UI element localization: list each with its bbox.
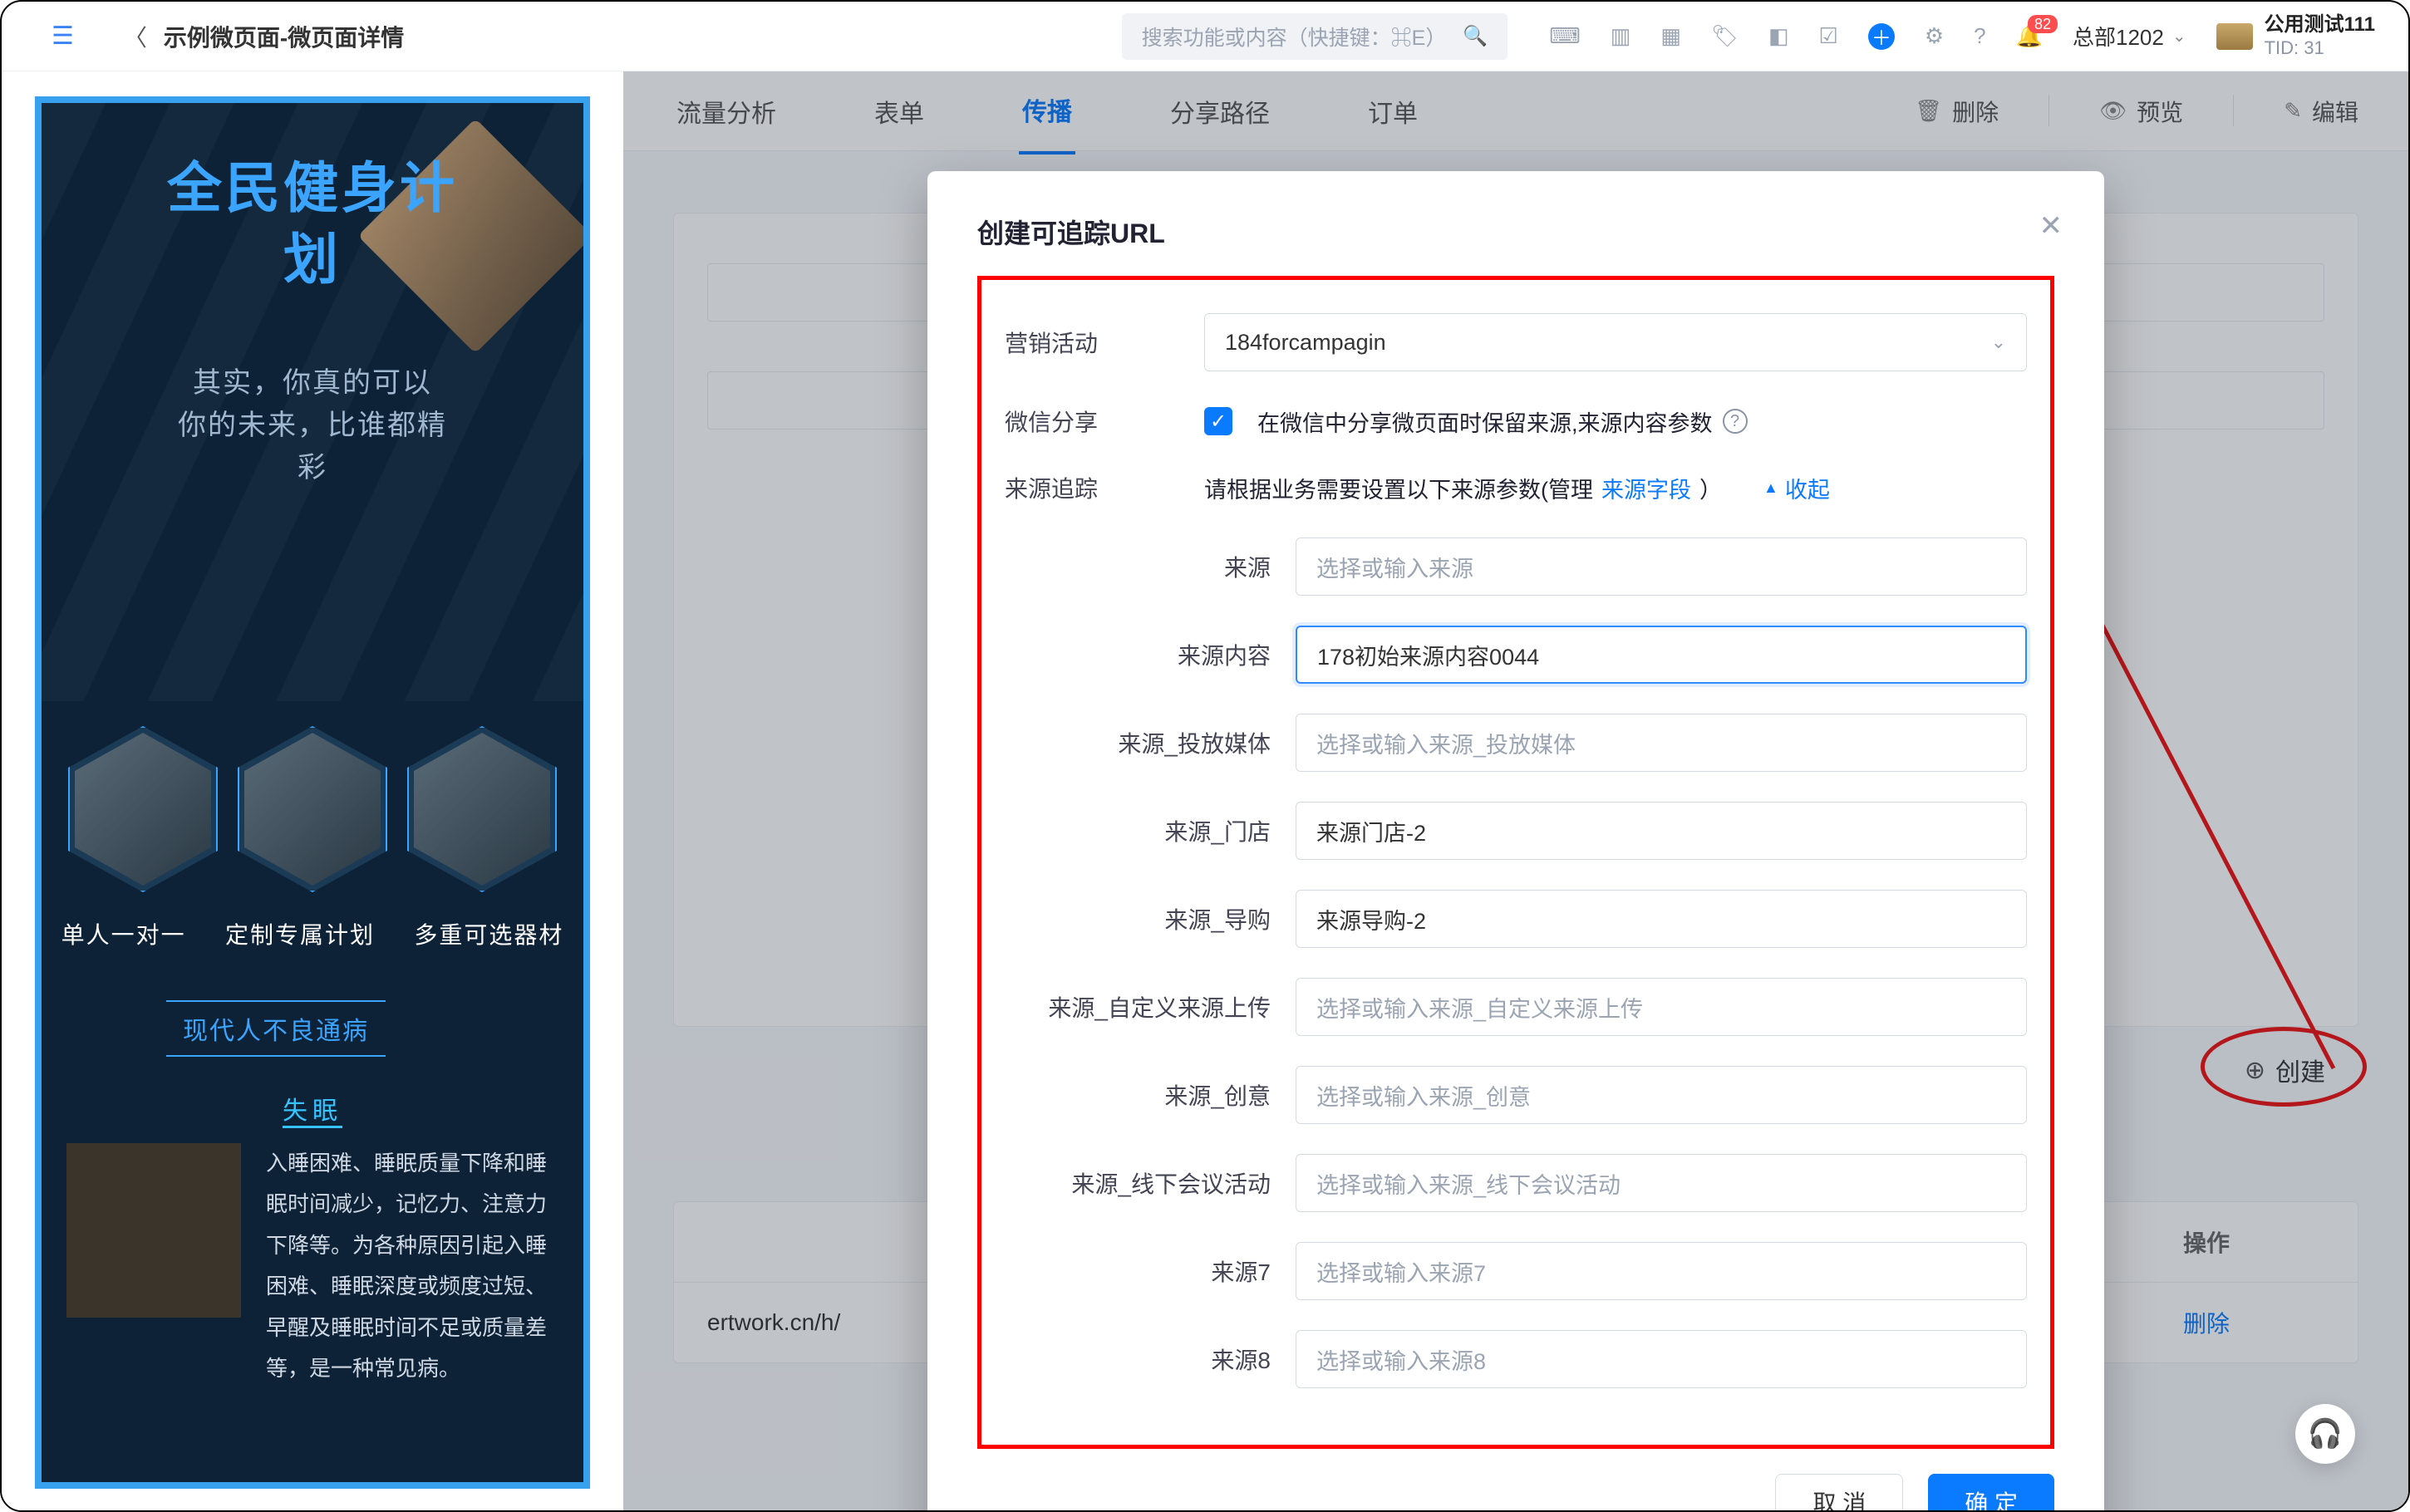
source-label: 来源7 bbox=[1005, 1254, 1271, 1288]
work-area: 流量分析表单传播分享路径订单 🗑删除 👁预览 ✎编辑 ⊕ 创建 bbox=[623, 71, 2408, 1512]
source-track-hint: 请根据业务需要设置以下来源参数(管理 bbox=[1204, 472, 1593, 504]
topbar-icons: ⌨ ▥ ▦ 🏷 ◧ ☑ ＋ ⚙ ? 🔔 82 总部1202⌄ 公用测试111 T… bbox=[1549, 13, 2375, 59]
feature-hex-3 bbox=[407, 726, 557, 892]
account-menu[interactable]: 公用测试111 TID: 31 bbox=[2216, 13, 2375, 59]
help-icon[interactable]: ? bbox=[1974, 23, 1985, 49]
source-input[interactable]: 选择或输入来源_线下会议活动 bbox=[1296, 1154, 2027, 1212]
menu-icon[interactable]: ☰ bbox=[52, 22, 74, 51]
create-icon[interactable]: ＋ bbox=[1868, 23, 1895, 50]
feature-label-0: 单人一对一 bbox=[61, 917, 186, 950]
feature-label-1: 定制专属计划 bbox=[225, 917, 375, 950]
grid-icon[interactable]: ▦ bbox=[1660, 23, 1681, 49]
annotation-form-highlight: 营销活动 184forcampagin ⌄ 微信分享 ✓ bbox=[977, 276, 2054, 1449]
caret-up-icon: ▲ bbox=[1763, 479, 1778, 497]
account-name: 公用测试111 bbox=[2265, 13, 2375, 37]
source-input[interactable]: 选择或输入来源_自定义来源上传 bbox=[1296, 978, 2027, 1036]
avatar bbox=[2216, 23, 2253, 50]
tag-icon[interactable]: 🏷 bbox=[1711, 23, 1739, 49]
feature-hex-1 bbox=[68, 726, 218, 892]
source-row-1: 来源内容 178初始来源内容0044 bbox=[1005, 626, 2027, 684]
source-input[interactable]: 选择或输入来源_创意 bbox=[1296, 1066, 2027, 1124]
source-input[interactable]: 178初始来源内容0044 bbox=[1296, 626, 2027, 684]
source-input[interactable]: 选择或输入来源7 bbox=[1296, 1242, 2027, 1300]
source-fields-link[interactable]: 来源字段 bbox=[1601, 472, 1691, 504]
campaign-select[interactable]: 184forcampagin ⌄ bbox=[1204, 313, 2027, 371]
source-row-4: 来源_导购来源导购-2 bbox=[1005, 890, 2027, 948]
cancel-button[interactable]: 取 消 bbox=[1775, 1474, 1903, 1512]
article-image bbox=[66, 1143, 241, 1318]
confirm-button[interactable]: 确 定 bbox=[1928, 1474, 2054, 1512]
qrcode-icon[interactable]: ▥ bbox=[1611, 23, 1631, 49]
close-icon[interactable]: ✕ bbox=[2039, 209, 2063, 243]
account-tid: TID: 31 bbox=[2265, 37, 2375, 59]
source-input[interactable]: 来源门店-2 bbox=[1296, 802, 2027, 860]
search-icon: 🔍 bbox=[1463, 24, 1488, 48]
modal-mask[interactable]: 创建可追踪URL ✕ 营销活动 184forcampagin ⌄ bbox=[623, 71, 2408, 1512]
source-row-9: 来源8 选择或输入来源8 bbox=[1005, 1330, 2027, 1388]
wechat-share-label: 微信分享 bbox=[1005, 405, 1171, 438]
device-icon[interactable]: ⌨ bbox=[1549, 23, 1581, 49]
floating-help-button[interactable]: 🎧 bbox=[2295, 1404, 2355, 1464]
create-track-url-modal: 创建可追踪URL ✕ 营销活动 184forcampagin ⌄ bbox=[927, 171, 2104, 1512]
source-label: 来源8 bbox=[1005, 1343, 1271, 1376]
modal-title: 创建可追踪URL bbox=[977, 213, 2054, 251]
wechat-share-checkbox[interactable]: ✓ bbox=[1204, 407, 1232, 435]
source-row-2: 来源_投放媒体选择或输入来源_投放媒体 bbox=[1005, 714, 2027, 772]
source-label: 来源_投放媒体 bbox=[1005, 726, 1271, 759]
article-heading: 现代人不良通病 bbox=[166, 1000, 386, 1057]
source-label: 来源_自定义来源上传 bbox=[1005, 990, 1271, 1024]
search-placeholder: 搜索功能或内容（快捷键：⌘E） bbox=[1142, 22, 1447, 52]
chevron-down-icon: ⌄ bbox=[1991, 331, 2006, 353]
source-input[interactable]: 选择或输入来源8 bbox=[1296, 1330, 2027, 1388]
source-label: 来源内容 bbox=[1005, 638, 1271, 671]
calendar-icon[interactable]: ☑ bbox=[1819, 23, 1838, 49]
source-row-7: 来源_线下会议活动选择或输入来源_线下会议活动 bbox=[1005, 1154, 2027, 1212]
source-input[interactable]: 来源导购-2 bbox=[1296, 890, 2027, 948]
topbar: ☰ 〈 示例微页面-微页面详情 搜索功能或内容（快捷键：⌘E） 🔍 ⌨ ▥ ▦ … bbox=[2, 2, 2408, 71]
source-label: 来源 bbox=[1005, 550, 1271, 583]
source-input[interactable]: 选择或输入来源_投放媒体 bbox=[1296, 714, 2027, 772]
notifications-icon[interactable]: 🔔 82 bbox=[2016, 23, 2043, 49]
global-search[interactable]: 搜索功能或内容（快捷键：⌘E） 🔍 bbox=[1122, 13, 1508, 60]
article-text: 入睡困难、睡眠质量下降和睡眠时间减少，记忆力、注意力下降等。为各种原因引起入睡困… bbox=[266, 1143, 558, 1389]
source-row-3: 来源_门店来源门店-2 bbox=[1005, 802, 2027, 860]
wechat-share-text: 在微信中分享微页面时保留来源,来源内容参数 bbox=[1257, 405, 1713, 438]
campaign-label: 营销活动 bbox=[1005, 326, 1171, 359]
back-icon[interactable]: 〈 bbox=[124, 20, 147, 53]
collapse-toggle[interactable]: ▲收起 bbox=[1763, 472, 1830, 504]
hero-subtitle: 其实，你真的可以你的未来，比谁都精彩 bbox=[42, 362, 583, 489]
gear-icon[interactable]: ⚙ bbox=[1925, 23, 1944, 49]
page-preview-panel: 全民健身计 划 其实，你真的可以你的未来，比谁都精彩 单人一对一 定制专属计划 多重… bbox=[2, 71, 623, 1512]
source-row-6: 来源_创意选择或输入来源_创意 bbox=[1005, 1066, 2027, 1124]
source-label: 来源_创意 bbox=[1005, 1078, 1271, 1112]
notification-count: 82 bbox=[2028, 15, 2058, 33]
source-track-label: 来源追踪 bbox=[1005, 471, 1171, 504]
source-label: 来源_导购 bbox=[1005, 902, 1271, 935]
help-icon[interactable]: ? bbox=[1723, 409, 1748, 434]
source-input[interactable]: 选择或输入来源 bbox=[1296, 538, 2027, 596]
source-label: 来源_线下会议活动 bbox=[1005, 1166, 1271, 1200]
chevron-down-icon: ⌄ bbox=[2172, 26, 2186, 47]
source-row-8: 来源7 选择或输入来源7 bbox=[1005, 1242, 2027, 1300]
hero-title: 全民健身计 划 bbox=[42, 103, 583, 296]
source-label: 来源_门店 bbox=[1005, 814, 1271, 847]
org-switcher[interactable]: 总部1202⌄ bbox=[2073, 21, 2186, 52]
source-row-5: 来源_自定义来源上传选择或输入来源_自定义来源上传 bbox=[1005, 978, 2027, 1036]
feature-label-2: 多重可选器材 bbox=[414, 917, 563, 950]
article-subheading: 失眠 bbox=[66, 1090, 558, 1127]
source-row-0: 来源选择或输入来源 bbox=[1005, 538, 2027, 596]
feature-hex-2 bbox=[238, 726, 387, 892]
cube-icon[interactable]: ◧ bbox=[1768, 23, 1789, 49]
breadcrumb: 示例微页面-微页面详情 bbox=[164, 20, 404, 53]
